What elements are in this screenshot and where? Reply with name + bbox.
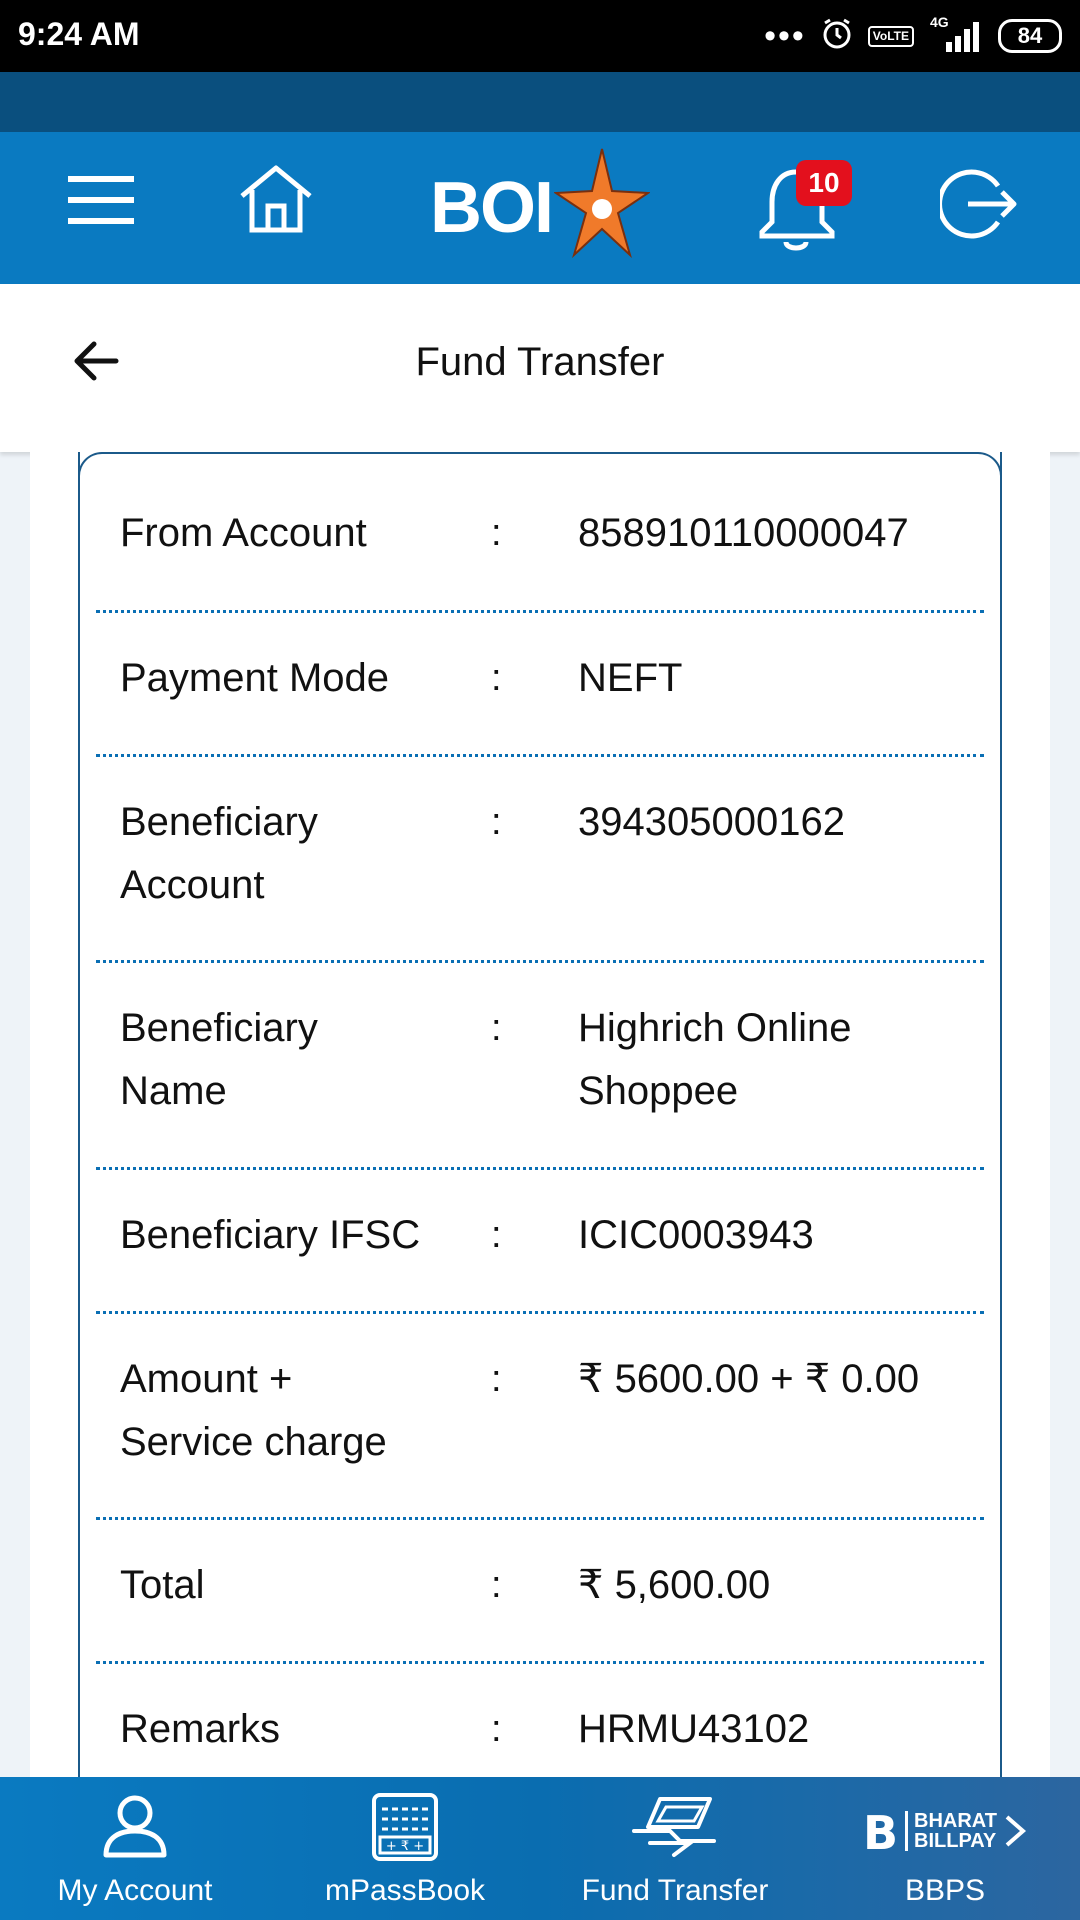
detail-label: Remarks <box>120 1707 281 1751</box>
detail-row-total: Total : ₹ 5,600.00 <box>96 1520 984 1664</box>
page-title: Fund Transfer <box>415 340 665 384</box>
notification-badge: 10 <box>796 160 852 206</box>
detail-colon: : <box>491 1214 502 1256</box>
logout-icon[interactable] <box>937 164 1020 249</box>
detail-row-beneficiary-name: Beneficiary Name : Highrich Online Shopp… <box>96 963 984 1170</box>
detail-value: 394305000162 <box>578 800 845 844</box>
detail-label: From Account <box>120 511 367 555</box>
nav-bbps[interactable]: B BHARAT BILLPAY BBPS <box>810 1777 1080 1920</box>
nav-my-account[interactable]: My Account <box>0 1777 270 1920</box>
detail-row-from-account: From Account : 858910110000047 <box>96 452 984 613</box>
detail-value: ₹ 5,600.00 <box>578 1563 771 1607</box>
detail-colon: : <box>491 1358 502 1400</box>
status-time: 9:24 AM <box>18 16 140 52</box>
nav-label: mPassBook <box>324 1874 486 1907</box>
detail-value: Highrich Online Shoppee <box>578 1006 852 1113</box>
detail-colon: : <box>491 1564 502 1606</box>
detail-label: Beneficiary IFSC <box>120 1213 421 1257</box>
nav-label: My Account <box>57 1874 213 1907</box>
detail-value: NEFT <box>578 656 683 700</box>
bbps-logo-text-2: BILLPAY <box>914 1830 997 1852</box>
volte-icon: VoLTE <box>867 25 914 47</box>
app-header: BOI 10 <box>0 132 1080 284</box>
detail-colon: : <box>491 657 502 699</box>
detail-value: HRMU43102 <box>578 1707 810 1751</box>
status-bar: 9:24 AM ••• VoLTE 4G 84 <box>0 0 1080 72</box>
battery-icon: 84 <box>998 19 1062 53</box>
detail-label: Beneficiary Account <box>120 800 318 907</box>
detail-colon: : <box>491 801 502 843</box>
transfer-details-card: From Account : 858910110000047 Payment M… <box>78 452 1002 1854</box>
more-dots-icon: ••• <box>764 17 806 55</box>
detail-row-amount: Amount + Service charge : ₹ 5600.00 + ₹ … <box>96 1314 984 1520</box>
passbook-icon: + ₹ + <box>270 1791 540 1871</box>
detail-label: Beneficiary Name <box>120 1006 318 1113</box>
user-icon <box>0 1791 270 1871</box>
detail-colon: : <box>491 512 502 554</box>
detail-label: Total <box>120 1563 205 1607</box>
boi-logo: BOI <box>430 132 651 284</box>
bharat-billpay-logo: B BHARAT BILLPAY <box>810 1791 1080 1871</box>
nav-fund-transfer[interactable]: Fund Transfer <box>540 1777 810 1920</box>
detail-row-payment-mode: Payment Mode : NEFT <box>96 613 984 757</box>
alarm-icon <box>820 17 854 56</box>
nav-label: BBPS <box>904 1874 986 1907</box>
fund-transfer-icon <box>540 1791 810 1871</box>
detail-label: Amount + Service charge <box>120 1357 387 1464</box>
menu-icon[interactable] <box>68 172 136 233</box>
signal-icon: 4G <box>928 14 984 54</box>
detail-value: ICIC0003943 <box>578 1213 814 1257</box>
detail-value: 858910110000047 <box>578 511 909 555</box>
star-icon <box>554 148 651 259</box>
detail-label: Payment Mode <box>120 656 390 700</box>
svg-text:B: B <box>863 1809 898 1853</box>
top-stripe <box>0 72 1080 132</box>
title-bar: Fund Transfer <box>0 284 1080 452</box>
nav-mpassbook[interactable]: + ₹ + mPassBook <box>270 1777 540 1920</box>
status-icons: ••• VoLTE 4G 84 <box>764 14 1062 58</box>
detail-value: ₹ 5600.00 + ₹ 0.00 <box>578 1357 920 1401</box>
detail-colon: : <box>491 1007 502 1049</box>
detail-colon: : <box>491 1708 502 1750</box>
nav-label: Fund Transfer <box>581 1874 769 1907</box>
detail-row-beneficiary-ifsc: Beneficiary IFSC : ICIC0003943 <box>96 1170 984 1314</box>
brand-name: BOI <box>430 168 554 248</box>
home-icon[interactable] <box>236 162 316 239</box>
bottom-nav: My Account + ₹ + mPassBook Fund Transfer… <box>0 1777 1080 1920</box>
svg-text:+ ₹ +: + ₹ + <box>386 1839 424 1854</box>
chevron-right-icon <box>1005 1815 1027 1847</box>
bbps-logo-text-1: BHARAT <box>914 1810 997 1832</box>
detail-row-beneficiary-account: Beneficiary Account : 394305000162 <box>96 757 984 963</box>
